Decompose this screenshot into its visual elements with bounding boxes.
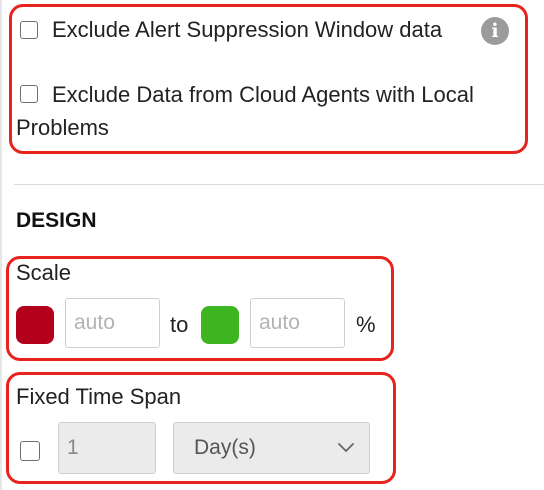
scale-label: Scale (16, 260, 72, 285)
scale-min-color-swatch[interactable] (16, 306, 54, 344)
section-title-design: DESIGN (16, 209, 97, 232)
fixed-time-span-value-input[interactable] (58, 422, 156, 474)
fixed-time-span-unit-value: Day(s) (194, 436, 256, 459)
scale-min-input[interactable] (65, 298, 160, 348)
scale-max-color-swatch[interactable] (201, 306, 239, 344)
exclude-cloud-agents-label-line1: Exclude Data from Cloud Agents with Loca… (52, 82, 474, 107)
design-settings-panel: Exclude Alert Suppression Window data i … (0, 0, 544, 490)
scale-unit-label: % (356, 312, 376, 337)
exclude-alert-suppression-checkbox[interactable] (20, 21, 38, 39)
fixed-time-span-unit-select[interactable]: Day(s) (173, 422, 370, 474)
exclude-alert-suppression-label: Exclude Alert Suppression Window data (52, 17, 443, 42)
chevron-down-icon (338, 443, 354, 452)
exclude-cloud-agents-checkbox[interactable] (20, 85, 38, 103)
info-icon[interactable]: i (481, 17, 509, 45)
scale-to-label: to (170, 312, 189, 337)
scale-max-input[interactable] (250, 298, 345, 348)
section-divider (14, 184, 544, 185)
fixed-time-span-checkbox[interactable] (20, 441, 40, 461)
panel-edge (0, 0, 2, 490)
fixed-time-span-label: Fixed Time Span (16, 384, 182, 409)
exclude-cloud-agents-label-line2: Problems (16, 115, 109, 140)
